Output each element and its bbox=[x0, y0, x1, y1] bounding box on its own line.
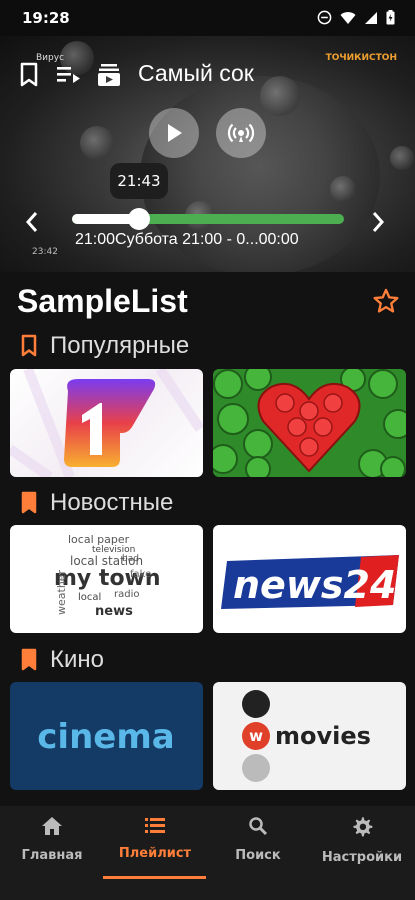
video-player[interactable]: Вирус ТОЧИКИСТОН Самый сок 21:43 21:00Су… bbox=[0, 36, 415, 272]
battery-icon bbox=[386, 10, 395, 25]
bookmark-icon[interactable] bbox=[18, 62, 40, 88]
movies-logo-text: movies bbox=[275, 722, 371, 750]
video-background-blob bbox=[80, 126, 114, 160]
nav-item-label: Настройки bbox=[321, 850, 403, 865]
queue-icon[interactable] bbox=[56, 64, 82, 86]
play-icon bbox=[168, 124, 182, 142]
section-header-news: Новостные bbox=[20, 489, 173, 517]
channel-card-first[interactable] bbox=[10, 369, 203, 477]
favorite-star-icon[interactable] bbox=[372, 287, 400, 315]
seek-tooltip: 21:43 bbox=[110, 163, 168, 199]
nav-item-home[interactable]: Главная bbox=[2, 816, 102, 863]
seek-bar-thumb[interactable] bbox=[128, 208, 150, 230]
nav-item-search[interactable]: Поиск bbox=[208, 816, 308, 863]
section-label: Новостные bbox=[50, 489, 174, 516]
nav-item-label: Поиск bbox=[235, 848, 281, 863]
gear-icon bbox=[353, 817, 373, 837]
program-schedule-text: 21:00Суббота 21:00 - 0...00:00 bbox=[75, 231, 299, 248]
news24-logo: news24 bbox=[221, 555, 399, 609]
signal-icon bbox=[365, 11, 377, 24]
channel-card-hearts[interactable] bbox=[213, 369, 406, 477]
list-icon bbox=[145, 818, 165, 833]
channel-card-cinema[interactable]: cinema bbox=[10, 682, 203, 790]
status-bar: 19:28 bbox=[0, 0, 415, 36]
section-header-popular: Популярные bbox=[20, 332, 189, 360]
program-title: Самый сок bbox=[138, 60, 254, 86]
bookmark-outline-icon bbox=[21, 334, 37, 357]
nav-item-label: Главная bbox=[21, 848, 83, 863]
w-movies-logo: w movies bbox=[242, 690, 371, 782]
previous-arrow-icon[interactable] bbox=[24, 210, 40, 234]
nav-item-playlist[interactable]: Плейлист bbox=[105, 816, 205, 861]
channel-card-local-news[interactable]: local paper television my town local sta… bbox=[10, 525, 203, 633]
word-cloud-word: local bbox=[78, 592, 101, 603]
wifi-icon bbox=[340, 11, 356, 24]
bookmark-filled-icon bbox=[21, 648, 37, 671]
word-cloud-word: fake bbox=[130, 569, 151, 580]
status-time: 19:28 bbox=[22, 9, 70, 27]
playlist-title: SampleList bbox=[17, 283, 188, 319]
status-icons bbox=[317, 10, 395, 25]
section-header-movies: Кино bbox=[20, 646, 104, 674]
nav-item-label: Плейлист bbox=[118, 846, 192, 861]
play-button[interactable] bbox=[149, 108, 199, 158]
word-cloud-word: bad bbox=[122, 554, 139, 564]
bottom-navigation: Главная Плейлист Поиск Настройки bbox=[0, 806, 415, 900]
word-cloud-image: local paper television my town local sta… bbox=[54, 533, 161, 619]
seek-tooltip-time: 21:43 bbox=[117, 172, 161, 190]
live-broadcast-icon bbox=[227, 123, 255, 143]
channel-card-w-movies[interactable]: w movies bbox=[213, 682, 406, 790]
section-label: Кино bbox=[50, 646, 104, 673]
video-background-blob bbox=[330, 176, 356, 202]
search-icon bbox=[249, 817, 268, 836]
nav-item-settings[interactable]: Настройки bbox=[312, 816, 412, 865]
player-top-bar: Самый сок bbox=[0, 58, 415, 94]
video-background-blob bbox=[390, 146, 414, 170]
news24-logo-text: news24 bbox=[233, 563, 396, 607]
cinema-logo: cinema bbox=[37, 717, 174, 757]
hearts-channel-logo bbox=[213, 369, 406, 477]
word-cloud-word: news bbox=[95, 604, 133, 619]
word-cloud-word: radio bbox=[114, 589, 139, 600]
word-cloud-word: weather bbox=[55, 569, 68, 615]
active-tab-indicator bbox=[103, 876, 206, 879]
next-arrow-icon[interactable] bbox=[370, 210, 386, 234]
section-label: Популярные bbox=[50, 332, 190, 359]
home-icon bbox=[42, 817, 62, 835]
svg-text:w: w bbox=[249, 727, 263, 745]
cinema-logo-text: cinema bbox=[37, 717, 174, 757]
live-button[interactable] bbox=[216, 108, 266, 158]
bookmark-filled-icon bbox=[21, 491, 37, 514]
first-channel-logo bbox=[10, 369, 203, 477]
do-not-disturb-icon bbox=[317, 10, 332, 25]
channel-card-news24[interactable]: news24 bbox=[213, 525, 406, 633]
overlay-time: 23:42 bbox=[32, 247, 58, 257]
subscriptions-icon[interactable] bbox=[96, 62, 122, 88]
